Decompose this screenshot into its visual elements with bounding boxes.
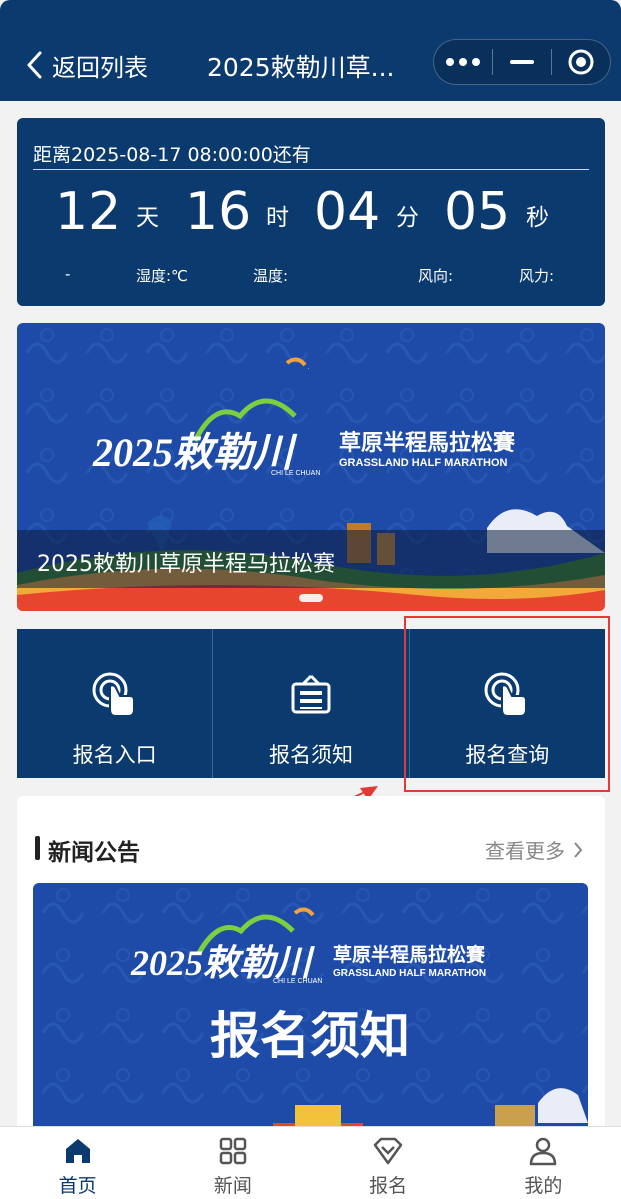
wind-direction-label: 风向: <box>418 267 454 285</box>
section-title: 新闻公告 <box>48 840 140 866</box>
tab-label: 新闻 <box>213 1175 252 1197</box>
tab-mine[interactable]: 我的 <box>466 1127 621 1199</box>
carousel-indicator[interactable] <box>299 594 323 602</box>
divider <box>33 169 589 170</box>
tap-finger-icon <box>482 671 532 719</box>
action-label: 报名查询 <box>465 743 550 767</box>
news-pinyin: CHI LE CHUAN <box>273 978 322 985</box>
news-subtitle-cn: 草原半程馬拉松賽 <box>333 943 486 966</box>
back-button[interactable]: 返回列表 <box>26 46 148 84</box>
tab-label: 我的 <box>524 1175 563 1197</box>
banner-caption-bar: 2025敕勒川草原半程马拉松赛 <box>17 530 605 588</box>
minimize-button[interactable] <box>493 40 551 84</box>
banner-pinyin: CHI LE CHUAN <box>271 470 320 477</box>
countdown-target: 距离2025-08-17 08:00:00还有 <box>33 144 311 166</box>
seconds-unit: 秒 <box>526 205 549 231</box>
more-button[interactable] <box>434 40 492 84</box>
countdown-hours: 16 <box>185 182 252 242</box>
chevron-right-icon <box>574 841 583 858</box>
tap-finger-icon <box>90 671 140 719</box>
user-icon <box>528 1135 558 1167</box>
tab-register[interactable]: 报名 <box>311 1127 466 1199</box>
tab-home[interactable]: 首页 <box>0 1127 155 1199</box>
countdown-minutes: 04 <box>314 182 381 242</box>
back-label: 返回列表 <box>52 53 148 82</box>
hours-unit: 时 <box>266 205 289 231</box>
more-dots-icon <box>446 58 480 66</box>
action-label: 报名须知 <box>268 743 353 767</box>
diamond-icon <box>372 1135 404 1167</box>
page-title: 2025敕勒川草... <box>207 53 395 82</box>
bottom-tab-bar: 首页 新闻 报名 我的 <box>0 1126 621 1199</box>
news-headline: 报名须知 <box>210 1007 410 1065</box>
register-notice-button[interactable]: 报名须知 <box>213 629 410 778</box>
tab-label: 首页 <box>58 1175 97 1197</box>
countdown-seconds: 05 <box>444 182 511 242</box>
close-button[interactable] <box>552 40 610 84</box>
mini-program-capsule <box>433 39 611 85</box>
news-subtitle-en: GRASSLAND HALF MARATHON <box>333 968 486 979</box>
view-more-label: 查看更多 <box>485 839 565 863</box>
minutes-unit: 分 <box>396 205 419 231</box>
section-marker <box>35 836 40 860</box>
temperature-label: 温度: <box>253 267 289 285</box>
tab-news[interactable]: 新闻 <box>155 1127 310 1199</box>
home-icon <box>63 1135 93 1167</box>
action-grid: 报名入口 报名须知 报名查询 <box>17 629 605 778</box>
close-circle-icon <box>568 49 594 75</box>
register-query-button[interactable]: 报名查询 <box>409 629 605 778</box>
banner-logo-title: 2025敕勒川 <box>92 430 298 475</box>
banner-subtitle-en: GRASSLAND HALF MARATHON <box>339 457 508 469</box>
svg-text:·: · <box>307 363 310 373</box>
top-nav-bar: 返回列表 2025敕勒川草... <box>0 0 621 101</box>
tab-label: 报名 <box>369 1175 408 1197</box>
chevron-left-icon <box>27 51 42 79</box>
view-more-link[interactable]: 查看更多 <box>485 835 583 864</box>
countdown-card: 距离2025-08-17 08:00:00还有 12 天 16 时 04 分 0… <box>17 118 605 306</box>
event-banner[interactable]: · 2025敕勒川 CHI LE CHUAN 草原半程馬拉松賽 GRASSLAN… <box>17 323 605 611</box>
banner-caption: 2025敕勒川草原半程马拉松赛 <box>37 552 335 577</box>
wind-power-label: 风力: <box>519 267 555 285</box>
banner-subtitle-cn: 草原半程馬拉松賽 <box>339 430 516 455</box>
register-entry-button[interactable]: 报名入口 <box>17 629 214 778</box>
weather-condition: - <box>65 265 71 283</box>
humidity-label: 湿度:℃ <box>136 267 188 285</box>
grid-icon <box>218 1135 248 1167</box>
notice-board-icon <box>290 671 332 719</box>
minimize-icon <box>510 60 534 64</box>
days-unit: 天 <box>136 205 159 231</box>
news-logo-title: 2025敕勒川 <box>130 943 315 983</box>
action-label: 报名入口 <box>72 743 157 767</box>
countdown-days: 12 <box>55 182 122 242</box>
